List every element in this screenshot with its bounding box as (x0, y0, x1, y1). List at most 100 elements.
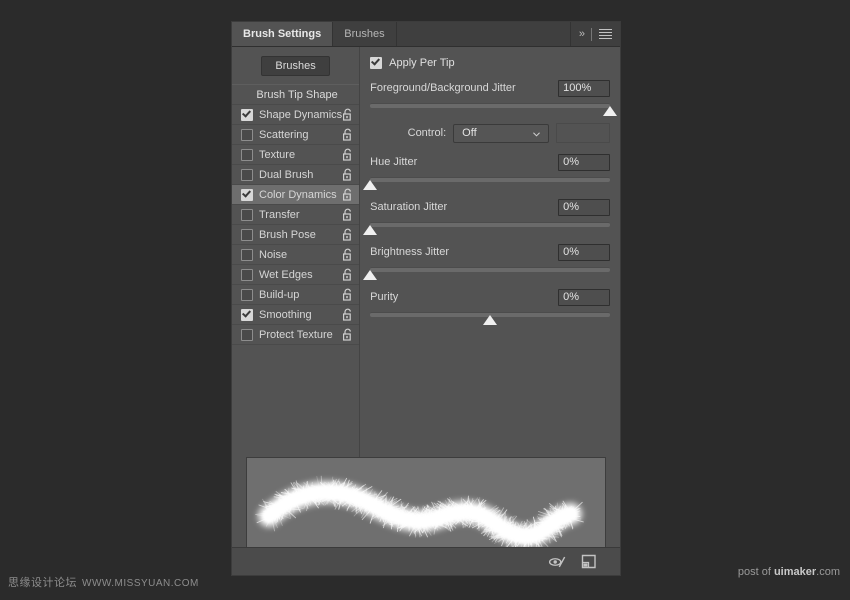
apply-per-tip-row[interactable]: Apply Per Tip (370, 57, 610, 69)
unlock-icon[interactable] (342, 148, 353, 161)
hue-jitter-input[interactable] (558, 153, 611, 171)
unlock-icon[interactable] (342, 308, 353, 321)
apply-per-tip-checkbox[interactable] (370, 57, 383, 69)
saturation-jitter-thumb[interactable] (363, 225, 378, 235)
brush-options-sidebar: Brushes Brush Tip Shape Shape Dynamics Sc… (232, 47, 361, 457)
sidebar-item-checkbox[interactable] (241, 128, 253, 141)
sidebar-item-texture[interactable]: Texture (232, 145, 360, 165)
purity-label: Purity (370, 291, 399, 303)
sidebar-item-scattering[interactable]: Scattering (232, 125, 360, 145)
unlock-icon[interactable] (342, 188, 353, 201)
saturation-jitter-track[interactable] (370, 222, 611, 227)
control-extra-input[interactable] (556, 123, 611, 143)
hue-jitter-row: Hue Jitter (370, 152, 611, 172)
watermark-left: 思缘设计论坛 WWW.MISSYUAN.COM (8, 574, 199, 590)
saturation-jitter-row: Saturation Jitter (370, 197, 611, 217)
sidebar-item-wet-edges[interactable]: Wet Edges (232, 265, 360, 285)
panel-body: Brushes Brush Tip Shape Shape Dynamics Sc… (232, 47, 620, 457)
sidebar-item-transfer[interactable]: Transfer (232, 205, 360, 225)
hamburger-menu-icon[interactable] (599, 29, 612, 39)
fg-bg-jitter-track[interactable] (370, 103, 611, 108)
brush-stroke-preview (246, 457, 606, 560)
sidebar-item-label: Texture (259, 148, 296, 161)
sidebar-item-brush-pose[interactable]: Brush Pose (232, 225, 360, 245)
brush-stroke-graphic (255, 475, 584, 553)
saturation-jitter-input[interactable] (558, 198, 611, 216)
sidebar-item-shape-dynamics[interactable]: Shape Dynamics (232, 105, 360, 125)
fg-bg-jitter-label: Foreground/Background Jitter (370, 82, 516, 94)
sidebar-item-checkbox[interactable] (241, 248, 253, 261)
unlock-icon[interactable] (342, 208, 353, 221)
purity-thumb[interactable] (483, 315, 498, 325)
sidebar-item-checkbox[interactable] (241, 228, 253, 241)
sidebar-item-label: Wet Edges (259, 268, 313, 281)
saturation-jitter-slider[interactable] (363, 220, 611, 236)
sidebar-item-checkbox[interactable] (241, 328, 253, 341)
unlock-icon[interactable] (342, 128, 353, 141)
brush-settings-panel: Brush Settings Brushes » Brushes Brush T… (232, 22, 620, 575)
sidebar-item-label: Color Dynamics (259, 188, 337, 201)
hue-jitter-slider[interactable] (363, 175, 611, 191)
hue-jitter-track[interactable] (370, 177, 611, 182)
sidebar-item-checkbox[interactable] (241, 168, 253, 181)
brushes-button-container: Brushes (232, 56, 359, 84)
purity-input[interactable] (558, 288, 611, 306)
tab-brushes[interactable]: Brushes (333, 22, 397, 46)
sidebar-item-checkbox[interactable] (241, 208, 253, 221)
sidebar-item-protect-texture[interactable]: Protect Texture (232, 325, 360, 345)
control-row: Control: Off (370, 123, 611, 143)
panel-bottom-toolbar (232, 547, 620, 575)
watermark-right: post of uimaker.com (738, 566, 840, 578)
sidebar-item-color-dynamics[interactable]: Color Dynamics (232, 185, 360, 205)
sidebar-item-checkbox[interactable] (241, 108, 253, 121)
sidebar-item-checkbox[interactable] (241, 148, 253, 161)
hue-jitter-label: Hue Jitter (370, 156, 418, 168)
sidebar-item-noise[interactable]: Noise (232, 245, 360, 265)
tab-brushes-label: Brushes (344, 28, 385, 40)
sidebar-item-label: Transfer (259, 208, 300, 221)
sidebar-item-label: Noise (259, 248, 288, 261)
fg-bg-jitter-slider[interactable] (370, 101, 618, 117)
sidebar-item-label: Dual Brush (259, 168, 314, 181)
brightness-jitter-input[interactable] (558, 243, 611, 261)
fg-bg-jitter-input[interactable] (558, 79, 611, 97)
watermark-left-url: WWW.MISSYUAN.COM (82, 578, 199, 589)
sidebar-item-checkbox[interactable] (241, 308, 253, 321)
brightness-jitter-thumb[interactable] (363, 270, 378, 280)
brushes-button[interactable]: Brushes (261, 56, 330, 76)
sidebar-item-dual-brush[interactable]: Dual Brush (232, 165, 360, 185)
control-dropdown[interactable]: Off (453, 123, 550, 143)
brightness-jitter-slider[interactable] (363, 265, 611, 281)
unlock-icon[interactable] (342, 168, 353, 181)
sidebar-item-checkbox[interactable] (241, 288, 253, 301)
new-brush-icon[interactable] (580, 554, 598, 570)
sidebar-item-checkbox[interactable] (241, 188, 253, 201)
control-dropdown-value: Off (462, 126, 477, 139)
collapse-chevron-icon[interactable]: » (579, 28, 585, 40)
brightness-jitter-track[interactable] (370, 267, 611, 272)
watermark-left-cn: 思缘设计论坛 (8, 576, 77, 589)
purity-slider[interactable] (370, 310, 611, 326)
control-label: Control: (407, 127, 447, 139)
sidebar-item-brush-tip-shape[interactable]: Brush Tip Shape (232, 85, 360, 105)
purity-row: Purity (370, 287, 611, 307)
watermark-right-prefix: post of (737, 566, 774, 578)
tab-brush-settings[interactable]: Brush Settings (232, 22, 334, 46)
hue-jitter-thumb[interactable] (363, 180, 378, 190)
unlock-icon[interactable] (342, 328, 353, 341)
unlock-icon[interactable] (342, 248, 353, 261)
unlock-icon[interactable] (342, 228, 353, 241)
tab-bar-spacer (396, 22, 571, 46)
unlock-icon[interactable] (342, 268, 353, 281)
tab-divider (591, 27, 592, 41)
unlock-icon[interactable] (342, 108, 353, 121)
watermark-right-brand: uimaker (773, 566, 817, 578)
sidebar-item-smoothing[interactable]: Smoothing (232, 305, 360, 325)
brush-stroke-preview-icon[interactable] (548, 554, 566, 570)
sidebar-item-checkbox[interactable] (241, 268, 253, 281)
fg-bg-jitter-thumb[interactable] (603, 106, 618, 116)
unlock-icon[interactable] (342, 288, 353, 301)
apply-per-tip-label: Apply Per Tip (389, 57, 455, 69)
sidebar-item-build-up[interactable]: Build-up (232, 285, 360, 305)
sidebar-item-label: Scattering (259, 128, 309, 141)
